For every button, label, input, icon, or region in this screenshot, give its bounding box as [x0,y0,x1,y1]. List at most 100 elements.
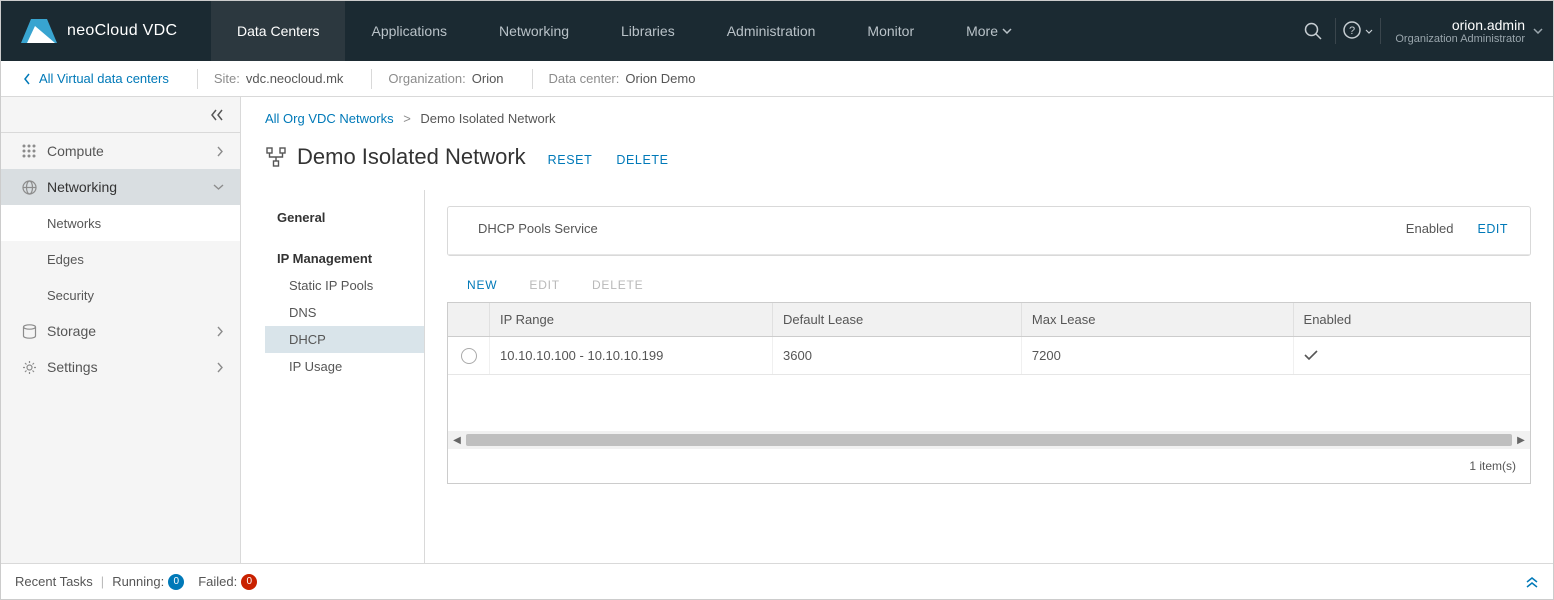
dhcp-pools-table: IP Range Default Lease Max Lease Enabled… [447,302,1531,484]
cell-ip-range: 10.10.10.100 - 10.10.10.199 [490,337,773,374]
col-ip-range[interactable]: IP Range [490,303,773,336]
nav-right: ? orion.admin Organization Administrator [1291,1,1553,61]
sidebar-item-edges[interactable]: Edges [1,241,240,277]
svg-text:?: ? [1349,25,1355,37]
brand[interactable]: neoCloud VDC [1,1,211,61]
table-empty-space [448,375,1530,431]
chevron-right-icon [217,326,224,337]
cell-max-lease: 7200 [1022,337,1294,374]
col-enabled[interactable]: Enabled [1294,303,1530,336]
sidebar-collapse-button[interactable] [1,97,240,133]
failed-label: Failed: [198,574,237,589]
user-name: orion.admin [1452,17,1525,33]
breadcrumb-parent[interactable]: All Org VDC Networks [265,111,394,126]
double-chevron-up-icon [1525,576,1539,588]
tab-libraries[interactable]: Libraries [595,1,701,61]
body: Compute Networking Networks Edges Securi… [1,97,1553,563]
network-icon [265,146,287,168]
panel-title: DHCP Pools Service [478,221,598,236]
row-radio[interactable] [448,337,490,374]
table-row[interactable]: 10.10.10.100 - 10.10.10.199 3600 7200 [448,337,1530,375]
detail-nav-static-ip-pools[interactable]: Static IP Pools [265,272,424,299]
page-header: Demo Isolated Network RESET DELETE [265,144,1553,170]
page-title: Demo Isolated Network [297,144,526,170]
detail-nav-dns[interactable]: DNS [265,299,424,326]
help-icon[interactable]: ? [1336,1,1380,61]
table-footer: 1 item(s) [448,449,1530,483]
edit-button[interactable]: EDIT [1478,222,1508,236]
top-nav: neoCloud VDC Data Centers Applications N… [1,1,1553,61]
panel-header: DHCP Pools Service Enabled EDIT [448,207,1530,255]
nav-tabs: Data Centers Applications Networking Lib… [211,1,1038,61]
failed-count-badge: 0 [241,574,257,590]
detail-main: DHCP Pools Service Enabled EDIT NEW EDIT… [425,190,1553,563]
inner-content: All Org VDC Networks > Demo Isolated Net… [241,97,1553,563]
col-default-lease[interactable]: Default Lease [773,303,1022,336]
delete-button[interactable]: DELETE [616,153,668,167]
detail-nav-ip-usage[interactable]: IP Usage [265,353,424,380]
chevron-down-icon [1002,28,1012,34]
status-bar: Recent Tasks | Running: 0 Failed: 0 [1,563,1553,599]
tab-more[interactable]: More [940,1,1038,61]
sidebar-item-settings[interactable]: Settings [1,349,240,385]
scroll-thumb[interactable] [466,434,1512,446]
tab-applications[interactable]: Applications [345,1,473,61]
chevron-right-icon: > [403,111,411,126]
sidebar-item-compute[interactable]: Compute [1,133,240,169]
scroll-left-icon[interactable]: ◀ [448,435,466,446]
user-menu[interactable]: orion.admin Organization Administrator [1381,1,1553,61]
context-bar: All Virtual data centers Site:vdc.neoclo… [1,61,1553,97]
tab-data-centers[interactable]: Data Centers [211,1,345,61]
tab-networking[interactable]: Networking [473,1,595,61]
check-icon [1304,350,1318,361]
brand-logo-icon [21,19,57,43]
detail-nav-ip-management[interactable]: IP Management [265,245,424,272]
breadcrumb: All Org VDC Networks > Demo Isolated Net… [265,111,1553,126]
chevron-down-icon [213,184,224,191]
detail-nav: General IP Management Static IP Pools DN… [265,190,425,563]
tab-administration[interactable]: Administration [701,1,842,61]
detail-nav-dhcp[interactable]: DHCP [265,326,424,353]
globe-icon [21,179,37,195]
expand-tasks-button[interactable] [1525,576,1539,588]
breadcrumb-current: Demo Isolated Network [420,111,555,126]
sidebar-item-networks[interactable]: Networks [1,205,240,241]
context-org: Organization:Orion [371,69,503,89]
back-link[interactable]: All Virtual data centers [23,71,169,86]
chevron-right-icon [217,146,224,157]
double-chevron-left-icon [210,109,224,121]
grid-icon [21,143,37,159]
col-select [448,303,490,336]
sidebar-item-security[interactable]: Security [1,277,240,313]
table-actions: NEW EDIT DELETE [467,278,1531,292]
sidebar: Compute Networking Networks Edges Securi… [1,97,241,563]
cell-enabled [1294,337,1530,374]
reset-button[interactable]: RESET [548,153,593,167]
content: All Org VDC Networks > Demo Isolated Net… [241,97,1553,563]
edit-row-button: EDIT [529,278,560,292]
recent-tasks-label[interactable]: Recent Tasks [15,574,93,589]
table-header: IP Range Default Lease Max Lease Enabled [448,303,1530,337]
context-site: Site:vdc.neocloud.mk [197,69,344,89]
running-label: Running: [112,574,164,589]
panel-status: Enabled [1406,221,1454,236]
col-max-lease[interactable]: Max Lease [1022,303,1294,336]
detail-nav-general[interactable]: General [265,204,424,231]
tab-monitor[interactable]: Monitor [841,1,940,61]
sidebar-item-networking[interactable]: Networking [1,169,240,205]
delete-row-button: DELETE [592,278,643,292]
sidebar-item-storage[interactable]: Storage [1,313,240,349]
scroll-right-icon[interactable]: ▶ [1512,435,1530,446]
horizontal-scrollbar[interactable]: ◀ ▶ [448,431,1530,449]
gear-icon [21,359,37,375]
search-icon[interactable] [1291,1,1335,61]
user-role: Organization Administrator [1395,33,1525,45]
chevron-down-icon [1533,28,1543,34]
detail-row: General IP Management Static IP Pools DN… [265,190,1553,563]
cell-default-lease: 3600 [773,337,1022,374]
storage-icon [21,323,37,339]
dhcp-panel: DHCP Pools Service Enabled EDIT [447,206,1531,256]
new-button[interactable]: NEW [467,278,497,292]
chevron-left-icon [23,73,31,85]
running-count-badge: 0 [168,574,184,590]
